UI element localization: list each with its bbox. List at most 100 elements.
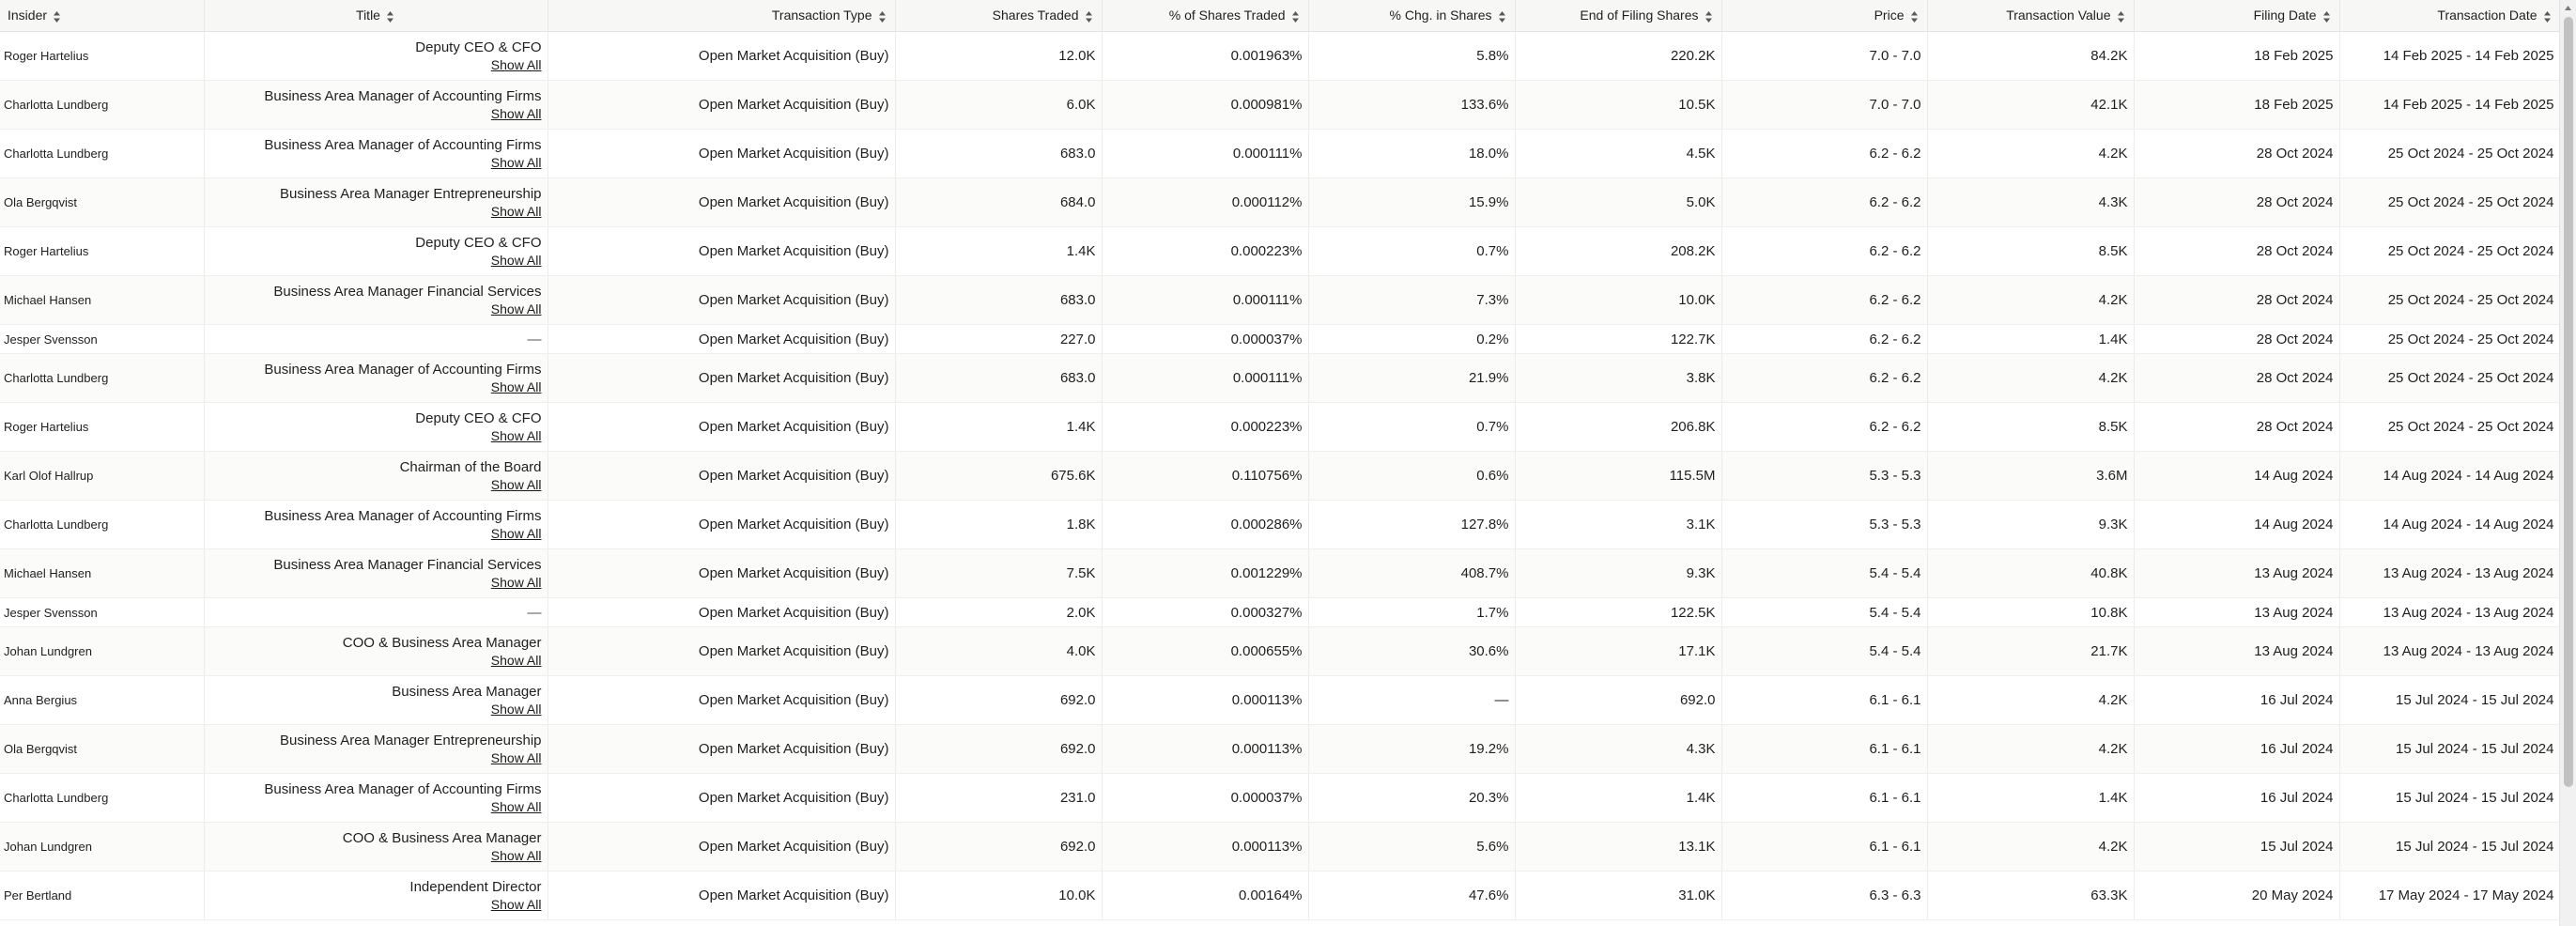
shares-traded-cell: 1.8K — [895, 500, 1103, 549]
sort-icon[interactable] — [2117, 10, 2126, 23]
pct-shares-traded-cell: 0.110756% — [1102, 451, 1309, 501]
end-of-filing-shares-cell: 4.3K — [1515, 724, 1722, 774]
table-row[interactable]: Jesper Svensson — Open Market Acquisition … — [0, 597, 2560, 627]
column-header-insider[interactable]: Insider — [0, 0, 205, 32]
pct-chg-shares-cell: — — [1308, 675, 1516, 725]
end-of-filing-shares-cell: 208.2K — [1515, 226, 1722, 276]
table-row[interactable]: Anna Bergius Business Area Manager Show Al… — [0, 675, 2560, 725]
sort-icon[interactable] — [1291, 10, 1301, 23]
show-all-link[interactable]: Show All — [210, 301, 542, 318]
sort-icon[interactable] — [386, 10, 395, 23]
pct-chg-shares-cell: 15.9% — [1308, 177, 1516, 227]
table-row[interactable]: Karl Olof Hallrup Chairman of the Board Sh… — [0, 451, 2560, 501]
filing-date-cell: 28 Oct 2024 — [2134, 324, 2340, 354]
sort-icon[interactable] — [1704, 10, 1714, 23]
sort-icon[interactable] — [1498, 10, 1507, 23]
show-all-link[interactable]: Show All — [210, 476, 542, 494]
table-row[interactable]: Michael Hansen Business Area Manager Fina… — [0, 275, 2560, 325]
show-all-link[interactable]: Show All — [210, 56, 542, 74]
column-header-title[interactable]: Title — [204, 0, 548, 32]
filing-date-cell: 13 Aug 2024 — [2134, 626, 2340, 676]
table-row[interactable]: Charlotta Lundberg Business Area Manager … — [0, 129, 2560, 178]
end-of-filing-shares-cell: 17.1K — [1515, 626, 1722, 676]
show-all-link[interactable]: Show All — [210, 896, 542, 914]
show-all-link[interactable]: Show All — [210, 701, 542, 718]
transaction-date-cell: 15 Jul 2024 - 15 Jul 2024 — [2339, 822, 2560, 872]
transaction-type-cell: Open Market Acquisition (Buy) — [548, 451, 896, 501]
filing-date-cell: 28 Oct 2024 — [2134, 129, 2340, 178]
show-all-link[interactable]: Show All — [210, 252, 542, 270]
table-row[interactable]: Charlotta Lundberg Business Area Manager … — [0, 500, 2560, 549]
price-cell: 6.2 - 6.2 — [1721, 402, 1928, 452]
scrollbar-thumb[interactable] — [2564, 17, 2573, 787]
insider-cell: Charlotta Lundberg — [0, 773, 205, 823]
column-header-pct-shares-traded[interactable]: % of Shares Traded — [1102, 0, 1309, 32]
table-row[interactable]: Jesper Svensson — Open Market Acquisition … — [0, 324, 2560, 354]
table-row[interactable]: Johan Lundgren COO & Business Area Manage… — [0, 626, 2560, 676]
shares-traded-cell: 4.0K — [895, 626, 1103, 676]
column-header-transaction-date[interactable]: Transaction Date — [2339, 0, 2560, 32]
insider-cell: Charlotta Lundberg — [0, 353, 205, 403]
show-all-link[interactable]: Show All — [210, 574, 542, 592]
show-all-link[interactable]: Show All — [210, 847, 542, 865]
show-all-link[interactable]: Show All — [210, 105, 542, 123]
filing-date-cell: 18 Feb 2025 — [2134, 80, 2340, 130]
scroll-up-arrow-icon[interactable] — [2560, 2, 2576, 15]
sort-icon[interactable] — [1085, 10, 1094, 23]
column-header-pct-chg-shares[interactable]: % Chg. in Shares — [1308, 0, 1516, 32]
title-text: COO & Business Area Manager — [342, 634, 542, 651]
table-row[interactable]: Michael Hansen Business Area Manager Fina… — [0, 548, 2560, 598]
title-cell: Business Area Manager Show All — [204, 675, 548, 725]
table-row[interactable]: Charlotta Lundberg Business Area Manager … — [0, 80, 2560, 130]
column-header-price[interactable]: Price — [1721, 0, 1928, 32]
show-all-link[interactable]: Show All — [210, 203, 542, 221]
column-header-end-of-filing-shares[interactable]: End of Filing Shares — [1515, 0, 1722, 32]
price-cell: 5.4 - 5.4 — [1721, 597, 1928, 627]
column-header-label: Title — [356, 8, 380, 23]
table-row[interactable]: Roger Hartelius Deputy CEO & CFO Show All O… — [0, 402, 2560, 452]
sort-icon[interactable] — [53, 10, 62, 23]
column-header-transaction-value[interactable]: Transaction Value — [1927, 0, 2135, 32]
show-all-link[interactable]: Show All — [210, 749, 542, 767]
table-row[interactable]: Charlotta Lundberg Business Area Manager … — [0, 353, 2560, 403]
table-row[interactable]: Per Bertland Independent Director Show All… — [0, 871, 2560, 920]
pct-chg-shares-cell: 0.7% — [1308, 226, 1516, 276]
pct-shares-traded-cell: 0.000113% — [1102, 822, 1309, 872]
insider-cell: Charlotta Lundberg — [0, 80, 205, 130]
pct-shares-traded-cell: 0.000113% — [1102, 724, 1309, 774]
sort-icon[interactable] — [1910, 10, 1920, 23]
shares-traded-cell: 683.0 — [895, 275, 1103, 325]
column-header-filing-date[interactable]: Filing Date — [2134, 0, 2340, 32]
show-all-link[interactable]: Show All — [210, 154, 542, 172]
show-all-link[interactable]: Show All — [210, 798, 542, 816]
sort-icon[interactable] — [2322, 10, 2332, 23]
price-cell: 6.2 - 6.2 — [1721, 129, 1928, 178]
title-cell: Deputy CEO & CFO Show All — [204, 31, 548, 81]
table-row[interactable]: Roger Hartelius Deputy CEO & CFO Show All O… — [0, 226, 2560, 276]
table-row[interactable]: Roger Hartelius Deputy CEO & CFO Show All O… — [0, 31, 2560, 81]
transaction-type-cell: Open Market Acquisition (Buy) — [548, 548, 896, 598]
sort-icon[interactable] — [878, 10, 887, 23]
shares-traded-cell: 6.0K — [895, 80, 1103, 130]
price-cell: 6.1 - 6.1 — [1721, 822, 1928, 872]
show-all-link[interactable]: Show All — [210, 525, 542, 543]
title-cell: Business Area Manager of Accounting Firm… — [204, 129, 548, 178]
sort-icon[interactable] — [2543, 10, 2553, 23]
filing-date-cell: 28 Oct 2024 — [2134, 177, 2340, 227]
filing-date-cell: 14 Aug 2024 — [2134, 451, 2340, 501]
table-row[interactable]: Johan Lundgren COO & Business Area Manage… — [0, 822, 2560, 872]
transaction-date-cell: 15 Jul 2024 - 15 Jul 2024 — [2339, 773, 2560, 823]
table-row[interactable]: Charlotta Lundberg Business Area Manager … — [0, 773, 2560, 823]
column-header-transaction-type[interactable]: Transaction Type — [548, 0, 896, 32]
price-cell: 6.2 - 6.2 — [1721, 324, 1928, 354]
filing-date-cell: 20 May 2024 — [2134, 871, 2340, 920]
filing-date-cell: 28 Oct 2024 — [2134, 402, 2340, 452]
table-row[interactable]: Ola Bergqvist Business Area Manager Entre… — [0, 177, 2560, 227]
show-all-link[interactable]: Show All — [210, 378, 542, 396]
table-row[interactable]: Ola Bergqvist Business Area Manager Entre… — [0, 724, 2560, 774]
column-header-shares-traded[interactable]: Shares Traded — [895, 0, 1103, 32]
transaction-type-cell: Open Market Acquisition (Buy) — [548, 275, 896, 325]
show-all-link[interactable]: Show All — [210, 427, 542, 445]
vertical-scrollbar[interactable] — [2559, 0, 2576, 926]
show-all-link[interactable]: Show All — [210, 652, 542, 670]
